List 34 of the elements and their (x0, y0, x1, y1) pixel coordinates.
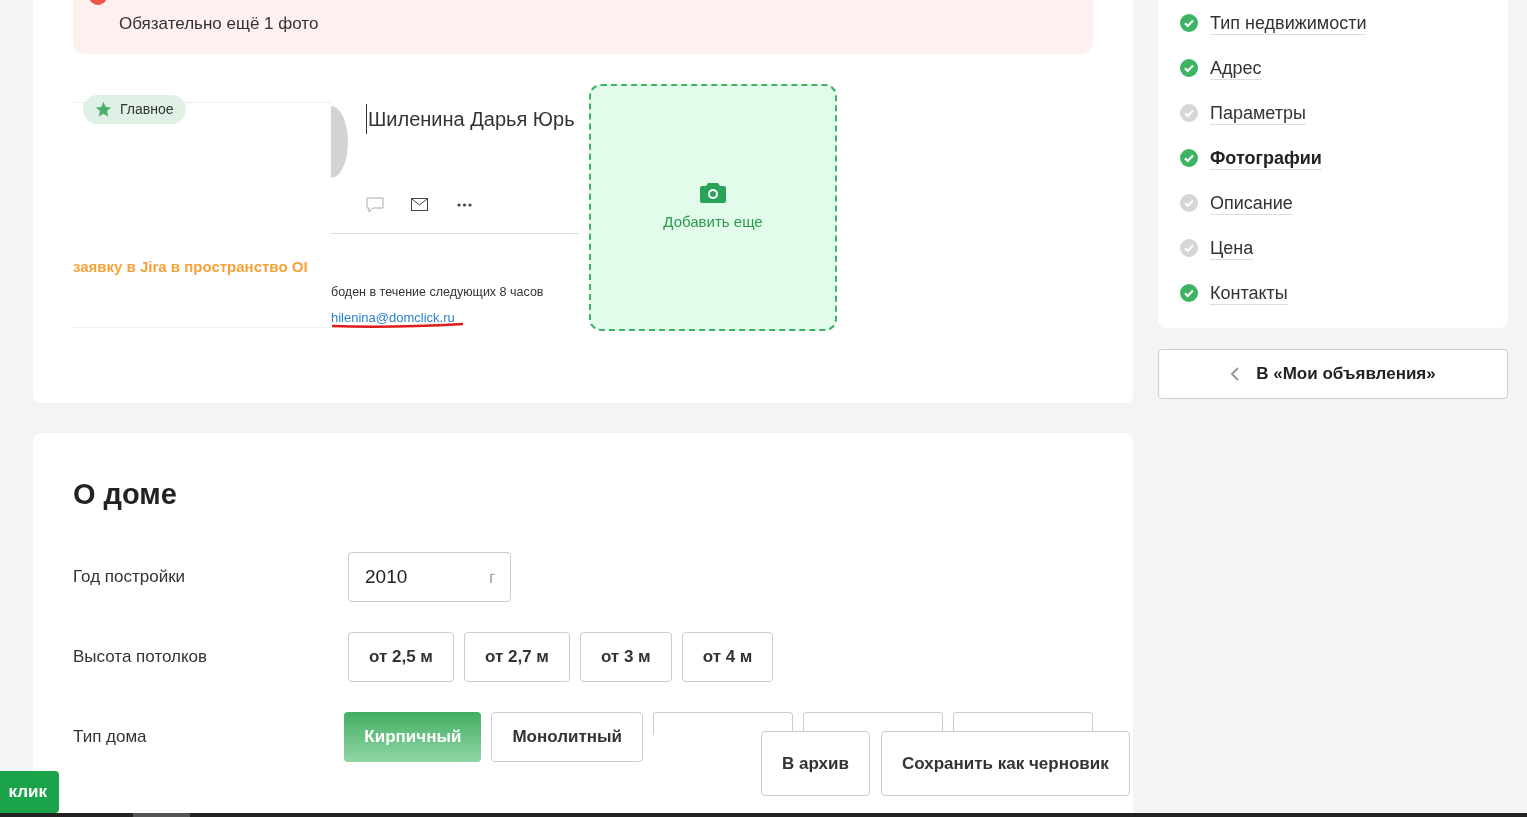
nav-link[interactable]: Цена (1210, 236, 1254, 260)
main-badge: Главное (83, 95, 186, 124)
nav-link[interactable]: Параметры (1210, 101, 1306, 125)
nav-link[interactable]: Контакты (1210, 281, 1288, 305)
section-title: О доме (73, 477, 178, 512)
field-label: Высота потолков (73, 645, 209, 668)
option-button[interactable]: Монолитный (491, 711, 643, 762)
option-button[interactable] (653, 711, 793, 735)
avatar-icon (331, 106, 348, 178)
option-button[interactable]: от 2,7 м (463, 631, 570, 682)
nav-link[interactable]: Описание (1210, 191, 1293, 215)
option-button[interactable]: от 3 м (579, 631, 672, 682)
nav-link[interactable]: Тип недвижимости (1210, 11, 1367, 35)
field-label: Тип дома (73, 725, 148, 748)
alert-text: Обязательно ещё 1 фото (119, 13, 319, 35)
field-label: Год постройки (73, 565, 187, 588)
nav-link[interactable]: Адрес (1210, 56, 1262, 80)
camera-icon (700, 181, 726, 204)
star-icon (95, 101, 112, 118)
photo-text: заявку в Jira в пространство OI (73, 257, 308, 277)
action-button[interactable]: В архив (761, 731, 870, 796)
chat-icon (366, 197, 384, 213)
action-button[interactable]: Сохранить как черновик (881, 731, 1130, 796)
back-button[interactable]: В «Мои объявления» (1158, 349, 1508, 399)
mail-icon (411, 198, 428, 211)
unit-label: г (489, 567, 495, 588)
option-button[interactable]: от 4 м (681, 631, 774, 682)
status-text: боден в течение следующих 8 часов (331, 284, 544, 301)
nav-link[interactable]: Фотографии (1210, 146, 1322, 170)
more-icon (457, 203, 472, 207)
contact-name: Шиленина Дарья Юрь (366, 104, 575, 134)
option-button[interactable]: от 2,5 м (348, 631, 454, 682)
email-link[interactable]: hilenina@domclick.ru (331, 308, 455, 328)
chevron-left-icon (1230, 366, 1241, 382)
